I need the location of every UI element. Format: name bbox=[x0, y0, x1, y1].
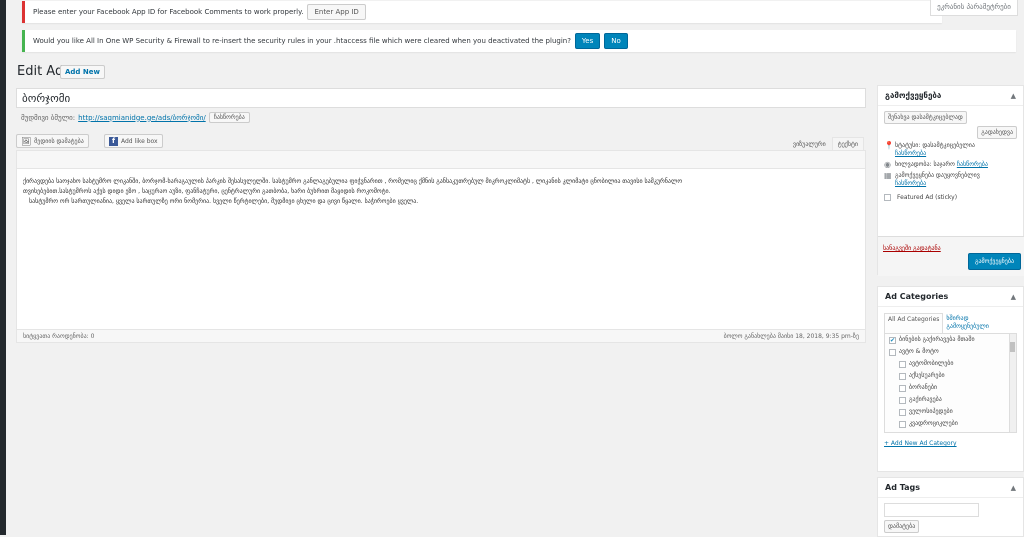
security-notice-text: Would you like All In One WP Security & … bbox=[33, 37, 571, 45]
category-item[interactable]: ველოსიპედები bbox=[885, 406, 1016, 418]
visibility-row: ◉ ხილვადობა: საჯარო ჩასწორება bbox=[884, 161, 1017, 169]
featured-label: Featured Ad (sticky) bbox=[897, 194, 958, 201]
category-checkbox[interactable] bbox=[899, 372, 906, 380]
visibility-edit-link[interactable]: ჩასწორება bbox=[957, 161, 988, 168]
media-icon: 🖼 bbox=[21, 136, 32, 146]
tab-most-used[interactable]: ხშირად გამოყენებული bbox=[943, 313, 1003, 333]
category-checkbox[interactable]: ✔ bbox=[889, 336, 896, 344]
category-label: კვადროციკლები bbox=[909, 420, 958, 427]
status-row: 📍 სტატუსი: დასამტკიცებელია ჩასწორება bbox=[884, 142, 1017, 158]
editor-content[interactable]: ქირავდება საოჯახო სასტუმრო ლიკანში, ბორჯ… bbox=[17, 169, 865, 215]
tab-all-categories[interactable]: All Ad Categories bbox=[884, 313, 944, 333]
facebook-notice: Please enter your Facebook App ID for Fa… bbox=[22, 1, 942, 23]
permalink: მუდმივი ბმული: http://saqmianidge.ge/ads… bbox=[21, 112, 250, 123]
category-checkbox[interactable] bbox=[889, 348, 896, 356]
no-button[interactable]: No bbox=[604, 33, 628, 49]
add-tag-button[interactable]: დამატება bbox=[884, 520, 920, 533]
add-media-label: მედიის დამატება bbox=[34, 137, 84, 145]
caret-up-icon[interactable]: ▲ bbox=[1011, 293, 1016, 301]
publish-actions: სანაგვეში გადატანა გამოქვეყნება bbox=[878, 236, 1024, 276]
category-label: ბინების გაქირავება მთაში bbox=[899, 336, 975, 343]
permalink-label: მუდმივი ბმული: bbox=[21, 113, 76, 122]
publish-button[interactable]: გამოქვეყნება bbox=[967, 253, 1021, 270]
add-new-button[interactable]: Add New bbox=[60, 65, 105, 79]
add-like-box-label: Add like box bbox=[121, 137, 158, 145]
enter-app-id-button[interactable]: Enter App ID bbox=[307, 4, 366, 20]
featured-checkbox[interactable] bbox=[884, 194, 891, 201]
move-to-trash-link[interactable]: სანაგვეში გადატანა bbox=[883, 245, 941, 252]
content-line-3: სასტუმრო ორ სართულიანია, ყველა სართულზე … bbox=[29, 198, 419, 205]
screen-options-button[interactable]: ეკრანის პარამეტრები bbox=[930, 0, 1018, 16]
admin-menu-strip bbox=[0, 0, 6, 535]
category-label: გაქირავება bbox=[909, 396, 942, 403]
category-item[interactable]: ბორანები bbox=[885, 382, 1016, 394]
category-item[interactable]: ავტომობილები bbox=[885, 358, 1016, 370]
publish-box-header[interactable]: გამოქვეყნება ▲ bbox=[878, 86, 1023, 106]
category-item[interactable]: გაქირავება bbox=[885, 394, 1016, 406]
editor-status-bar: სიტყვათა რაოდენობა: 0 ბოლო განახლება მაი… bbox=[16, 330, 866, 343]
schedule-row: ▦ გამოქვეყნება დაუყოვნებლივ ჩასწორება bbox=[884, 172, 1017, 188]
schedule-label: გამოქვეყნება დაუყოვნებლივ bbox=[895, 172, 980, 179]
caret-up-icon[interactable]: ▲ bbox=[1011, 92, 1016, 100]
category-item[interactable]: კვადროციკლები bbox=[885, 418, 1016, 430]
status-label: სტატუსი: დასამტკიცებელია bbox=[895, 142, 975, 149]
categories-box-header[interactable]: Ad Categories ▲ bbox=[878, 287, 1023, 307]
calendar-icon: ▦ bbox=[884, 171, 892, 180]
pin-icon: 📍 bbox=[884, 141, 894, 150]
categories-box-title: Ad Categories bbox=[885, 292, 949, 301]
category-item[interactable]: აქსესუარები bbox=[885, 370, 1016, 382]
last-edited: ბოლო განახლება მაისი 18, 2018, 9:35 pm-ზ… bbox=[723, 332, 859, 340]
facebook-icon: f bbox=[109, 136, 118, 146]
add-new-category-link[interactable]: + Add New Ad Category bbox=[884, 440, 1017, 447]
yes-button[interactable]: Yes bbox=[574, 33, 601, 49]
content-line-1: ქირავდება საოჯახო სასტუმრო ლიკანში, ბორჯ… bbox=[23, 178, 683, 185]
category-item[interactable]: ავტო & მოტო bbox=[885, 346, 1016, 358]
publish-box: გამოქვეყნება ▲ შენახვა დასამტკიცებლად გა… bbox=[877, 85, 1024, 276]
category-checkbox[interactable] bbox=[899, 396, 906, 404]
content-editor[interactable]: ქირავდება საოჯახო სასტუმრო ლიკანში, ბორჯ… bbox=[16, 150, 866, 330]
categories-box: Ad Categories ▲ All Ad Categories ხშირად… bbox=[877, 286, 1024, 472]
content-line-2: თვისებებით.სასტუმროს აქვს დიდი ეზო , საც… bbox=[23, 188, 391, 195]
category-checkbox[interactable] bbox=[899, 408, 906, 416]
save-draft-button[interactable]: შენახვა დასამტკიცებლად bbox=[884, 111, 967, 124]
category-checkbox[interactable] bbox=[899, 420, 906, 428]
category-checkbox[interactable] bbox=[899, 360, 906, 368]
status-edit-link[interactable]: ჩასწორება bbox=[895, 150, 926, 157]
category-tabs: All Ad Categories ხშირად გამოყენებული bbox=[884, 313, 1017, 333]
category-label: ავტო & მოტო bbox=[899, 348, 939, 355]
preview-row: გადახედვა bbox=[884, 126, 1017, 139]
category-label: ველოსიპედები bbox=[909, 408, 953, 415]
category-checkbox[interactable] bbox=[899, 384, 906, 392]
tags-box: Ad Tags ▲ დამატება bbox=[877, 477, 1024, 537]
page-title: Edit Ad bbox=[17, 64, 64, 79]
tags-box-header[interactable]: Ad Tags ▲ bbox=[878, 478, 1023, 498]
tags-box-title: Ad Tags bbox=[885, 483, 921, 492]
word-count: სიტყვათა რაოდენობა: 0 bbox=[23, 332, 95, 340]
featured-row: Featured Ad (sticky) bbox=[884, 194, 1017, 202]
category-label: ბორანები bbox=[909, 384, 938, 391]
permalink-edit-button[interactable]: ჩასწორება bbox=[208, 112, 250, 123]
schedule-edit-link[interactable]: ჩასწორება bbox=[895, 180, 926, 187]
preview-button[interactable]: გადახედვა bbox=[977, 126, 1017, 139]
security-notice: Would you like All In One WP Security & … bbox=[22, 30, 1016, 52]
category-scrollbar[interactable] bbox=[1009, 334, 1016, 432]
category-label: აქსესუარები bbox=[909, 372, 945, 379]
visibility-label: ხილვადობა: საჯარო bbox=[895, 161, 955, 168]
category-item[interactable]: ✔ ბინების გაქირავება მთაში bbox=[885, 334, 1016, 346]
editor-toolbar bbox=[17, 151, 865, 169]
title-input[interactable]: ბორჯომი bbox=[16, 88, 866, 108]
eye-icon: ◉ bbox=[884, 160, 891, 169]
tag-input[interactable] bbox=[884, 503, 979, 517]
category-label: ავტომობილები bbox=[909, 360, 954, 367]
add-like-box-button[interactable]: f Add like box bbox=[104, 134, 163, 148]
add-media-button[interactable]: 🖼 მედიის დამატება bbox=[16, 134, 89, 148]
permalink-link[interactable]: http://saqmianidge.ge/ads/ბორჯომი/ bbox=[78, 114, 206, 122]
caret-up-icon[interactable]: ▲ bbox=[1011, 484, 1016, 492]
scrollbar-thumb[interactable] bbox=[1010, 342, 1015, 352]
facebook-notice-text: Please enter your Facebook App ID for Fa… bbox=[33, 8, 304, 16]
publish-box-title: გამოქვეყნება bbox=[885, 91, 942, 100]
category-checklist[interactable]: ✔ ბინების გაქირავება მთაში ავტო & მოტო ავტო… bbox=[884, 333, 1017, 433]
save-draft-row: შენახვა დასამტკიცებლად bbox=[884, 111, 1017, 124]
